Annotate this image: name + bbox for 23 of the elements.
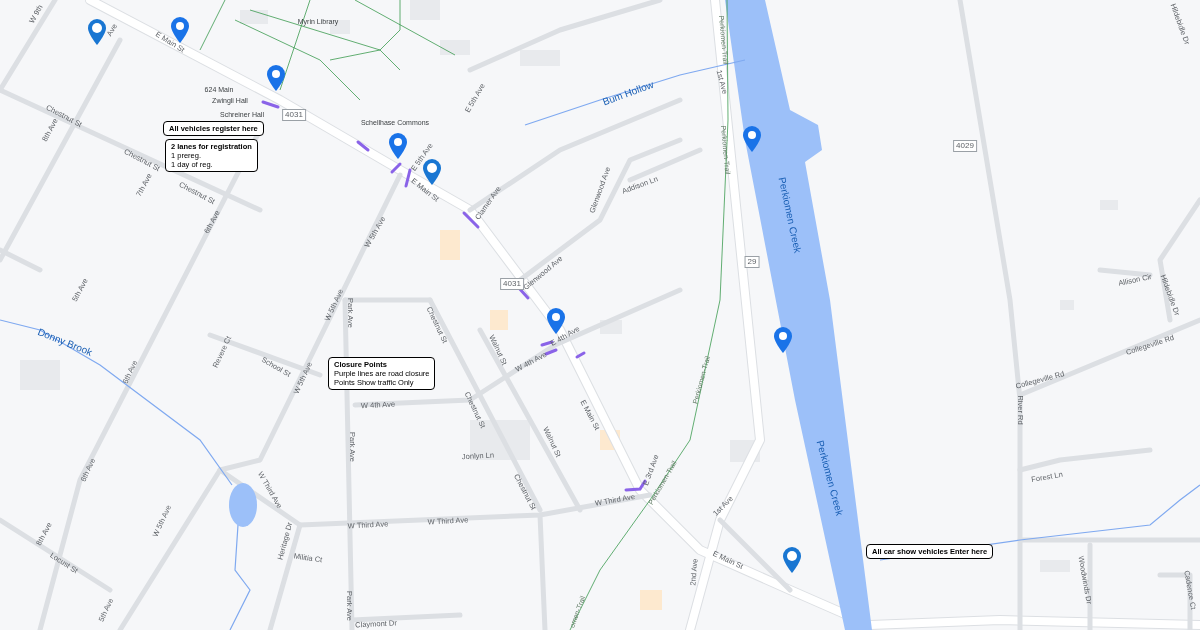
road-closure-line: [390, 162, 402, 174]
route-shield: 4029: [953, 140, 977, 152]
map-pin-icon[interactable]: [773, 326, 793, 354]
map-pin-icon[interactable]: [266, 64, 286, 92]
route-shield: 4031: [500, 278, 524, 290]
map-pin-icon[interactable]: [87, 18, 107, 46]
map-pin-icon[interactable]: [388, 132, 408, 160]
water-label: Perkiomen Creek: [775, 175, 805, 255]
water-label: Bum Hollow: [600, 77, 656, 110]
road-closure-line: [575, 351, 586, 359]
building-shape: [440, 40, 470, 55]
building-shape: [520, 50, 560, 66]
map-pin-icon[interactable]: [546, 307, 566, 335]
road-closure-line: [261, 100, 280, 109]
pond-shape: [229, 483, 257, 527]
road-closure-line: [356, 140, 370, 152]
route-shield: 29: [744, 256, 760, 268]
road-closure-line: [404, 168, 412, 188]
road-closure-line: [624, 479, 647, 492]
map-pin-icon[interactable]: [782, 546, 802, 574]
map-pin-icon[interactable]: [742, 125, 762, 153]
route-shield: 4031: [282, 109, 306, 121]
building-shape: [240, 10, 268, 24]
